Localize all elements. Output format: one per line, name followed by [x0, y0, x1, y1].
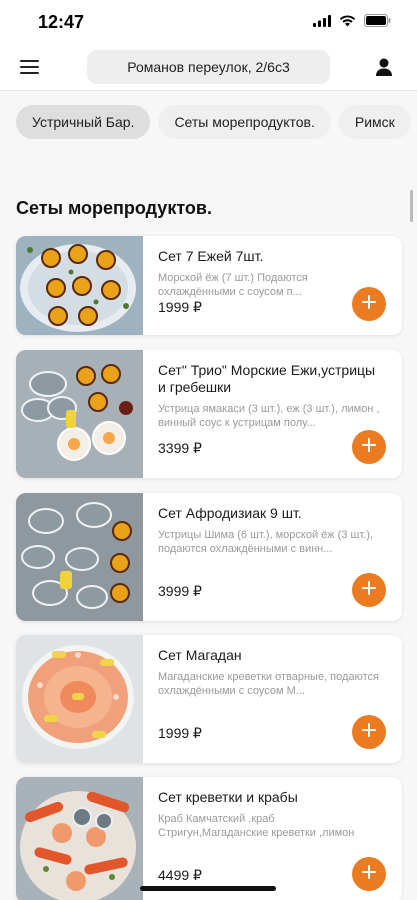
- plus-icon: [361, 580, 377, 601]
- category-chip-label: Устричный Бар.: [32, 114, 135, 130]
- product-card[interactable]: Сет креветки и крабы Краб Камчатский ,кр…: [16, 777, 402, 900]
- header-divider: [0, 90, 417, 91]
- category-chip-oyster-bar[interactable]: Устричный Бар.: [16, 105, 151, 139]
- plus-icon: [361, 437, 377, 458]
- product-info: Сет креветки и крабы Краб Камчатский ,кр…: [158, 777, 402, 900]
- scrollbar[interactable]: [410, 190, 413, 222]
- product-image: [16, 493, 143, 621]
- product-description: Устрица ямакаси (3 шт.), еж (3 шт.), лим…: [158, 403, 380, 429]
- top-app-bar: Романов переулок, 2/6с3: [0, 44, 417, 90]
- signal-icon: [313, 14, 331, 27]
- product-info: Сет Магадан Магаданские креветки отварны…: [158, 635, 402, 763]
- add-to-cart-button[interactable]: [352, 715, 386, 749]
- home-indicator[interactable]: [140, 886, 276, 891]
- product-title: Сет" Трио" Морские Ежи,устрицы и гребешк…: [158, 362, 376, 395]
- status-time: 12:47: [38, 12, 85, 32]
- product-description: Магаданские креветки отварные, подаются …: [158, 671, 379, 697]
- product-card[interactable]: Сет Афродизиак 9 шт. Устрицы Шима (6 шт.…: [16, 493, 402, 621]
- plus-icon: [361, 722, 377, 743]
- add-to-cart-button[interactable]: [352, 573, 386, 607]
- profile-icon[interactable]: [373, 56, 395, 78]
- product-image: [16, 777, 143, 900]
- menu-icon[interactable]: [18, 56, 42, 78]
- product-card[interactable]: Сет Магадан Магаданские креветки отварны…: [16, 635, 402, 763]
- add-to-cart-button[interactable]: [352, 857, 386, 891]
- product-title: Сет 7 Ежей 7шт.: [158, 248, 264, 264]
- status-bar: 12:47: [0, 0, 417, 44]
- delivery-address-text: Романов переулок, 2/6с3: [127, 59, 290, 75]
- status-icons: [313, 14, 391, 27]
- product-title: Сет Магадан: [158, 647, 242, 663]
- product-title: Сет креветки и крабы: [158, 789, 298, 805]
- category-chip-roman[interactable]: Римск: [338, 105, 411, 139]
- product-info: Сет 7 Ежей 7шт. Морской ёж (7 шт.) Подаю…: [158, 236, 402, 335]
- product-title: Сет Афродизиак 9 шт.: [158, 505, 302, 521]
- wifi-icon: [339, 14, 356, 27]
- add-to-cart-button[interactable]: [352, 430, 386, 464]
- product-description: Морской ёж (7 шт.) Подаются охлаждёнными…: [158, 272, 308, 298]
- plus-icon: [361, 294, 377, 315]
- battery-icon: [364, 14, 391, 27]
- category-chip-seafood-sets[interactable]: Сеты морепродуктов.: [158, 105, 331, 139]
- category-chip-label: Сеты морепродуктов.: [174, 114, 315, 130]
- add-to-cart-button[interactable]: [352, 287, 386, 321]
- product-image: [16, 236, 143, 335]
- section-title: Сеты морепродуктов.: [16, 198, 212, 218]
- category-chip-label: Римск: [354, 114, 395, 130]
- product-price: 1999 ₽: [158, 299, 202, 315]
- product-price: 4499 ₽: [158, 867, 202, 883]
- product-card[interactable]: Сет" Трио" Морские Ежи,устрицы и гребешк…: [16, 350, 402, 478]
- product-description: Краб Камчатский ,краб Стригун,Магадански…: [158, 813, 355, 839]
- product-price: 1999 ₽: [158, 725, 202, 741]
- product-price: 3399 ₽: [158, 440, 202, 456]
- product-info: Сет Афродизиак 9 шт. Устрицы Шима (6 шт.…: [158, 493, 402, 621]
- plus-icon: [361, 864, 377, 885]
- product-image: [16, 350, 143, 478]
- delivery-address-button[interactable]: Романов переулок, 2/6с3: [87, 50, 330, 84]
- product-card[interactable]: Сет 7 Ежей 7шт. Морской ёж (7 шт.) Подаю…: [16, 236, 402, 335]
- product-description: Устрицы Шима (6 шт.), морской ёж (3 шт.)…: [158, 529, 373, 555]
- category-tabs: Устричный Бар. Сеты морепродуктов. Римск: [16, 105, 411, 139]
- product-price: 3999 ₽: [158, 583, 202, 599]
- product-info: Сет" Трио" Морские Ежи,устрицы и гребешк…: [158, 350, 402, 478]
- product-image: [16, 635, 143, 763]
